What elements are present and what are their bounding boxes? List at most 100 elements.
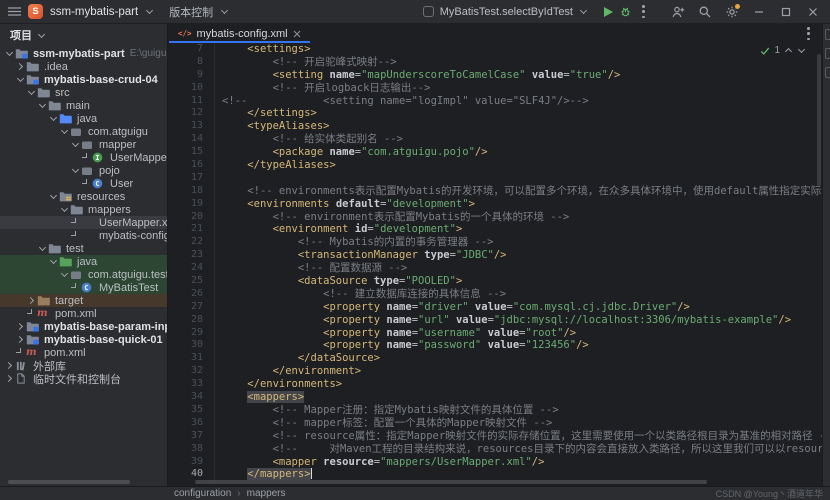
editor-vertical-scrollbar[interactable] xyxy=(817,54,821,186)
line-number[interactable]: 36 xyxy=(169,417,215,430)
line-number[interactable]: 22 xyxy=(169,236,215,249)
code-line-39[interactable]: 39 <mapper resource="mappers/UserMapper.… xyxy=(169,456,822,469)
chevron-down-icon[interactable] xyxy=(5,49,14,58)
code-line-15[interactable]: 15 <package name="com.atguigu.pojo"/> xyxy=(169,146,822,159)
chevron-down-icon[interactable] xyxy=(60,127,69,136)
line-number[interactable]: 18 xyxy=(169,185,215,198)
debug-button[interactable] xyxy=(619,5,632,18)
tree-item-target[interactable]: target xyxy=(0,294,167,307)
line-number[interactable]: 12 xyxy=(169,107,215,120)
line-number[interactable]: 34 xyxy=(169,391,215,404)
tree-item-临时文件和控制台[interactable]: 临时文件和控制台 xyxy=(0,372,167,385)
search-everywhere-icon[interactable] xyxy=(698,5,712,19)
code-line-26[interactable]: 26 <!-- 建立数据库连接的具体信息 --> xyxy=(169,288,822,301)
code-line-24[interactable]: 24 <!-- 配置数据源 --> xyxy=(169,262,822,275)
code-line-16[interactable]: 16 </typeAliases> xyxy=(169,159,822,172)
line-number[interactable]: 11 xyxy=(169,95,215,108)
code-line-35[interactable]: 35 <!-- Mapper注册：指定Mybatis映射文件的具体位置 --> xyxy=(169,404,822,417)
chevron-down-icon[interactable] xyxy=(220,7,229,16)
line-number[interactable]: 35 xyxy=(169,404,215,417)
run-button[interactable] xyxy=(604,7,613,17)
line-number[interactable]: 15 xyxy=(169,146,215,159)
close-tab-icon[interactable] xyxy=(293,30,301,38)
code-line-7[interactable]: 7 <settings> xyxy=(169,43,822,56)
code-line-32[interactable]: 32 </environment> xyxy=(169,365,822,378)
chevron-down-icon[interactable] xyxy=(71,140,80,149)
code-line-14[interactable]: 14 <!-- 给实体类起别名 --> xyxy=(169,133,822,146)
line-number[interactable]: 8 xyxy=(169,56,215,69)
line-number[interactable]: 14 xyxy=(169,133,215,146)
code-line-19[interactable]: 19 <environments default="development"> xyxy=(169,198,822,211)
chevron-down-icon[interactable] xyxy=(38,244,47,253)
tree-item-mybatis-base-param-input-02[interactable]: mybatis-base-param-input-02 xyxy=(0,320,167,333)
editor-horizontal-scrollbar[interactable] xyxy=(195,480,707,484)
line-number[interactable]: 26 xyxy=(169,288,215,301)
line-number[interactable]: 31 xyxy=(169,352,215,365)
code-line-12[interactable]: 12 </settings> xyxy=(169,107,822,120)
line-number[interactable]: 19 xyxy=(169,198,215,211)
line-number[interactable]: 10 xyxy=(169,82,215,95)
tree-item-user[interactable]: CUser xyxy=(0,177,167,190)
close-window-button[interactable] xyxy=(806,5,820,19)
tree-item-usermapper[interactable]: IUserMapper xyxy=(0,151,167,164)
line-number[interactable]: 37 xyxy=(169,430,215,443)
line-number[interactable]: 7 xyxy=(169,43,215,56)
tree-item-mybatistest[interactable]: CMyBatisTest xyxy=(0,281,167,294)
tree-item-src[interactable]: src xyxy=(0,86,167,99)
breadcrumb-item-configuration[interactable]: configuration xyxy=(174,488,231,499)
line-number[interactable]: 27 xyxy=(169,301,215,314)
chevron-right-icon[interactable] xyxy=(16,335,25,344)
project-horizontal-scrollbar[interactable] xyxy=(8,480,130,484)
line-number[interactable]: 32 xyxy=(169,365,215,378)
tree-item-java[interactable]: java xyxy=(0,255,167,268)
maven-toolwindow-icon[interactable] xyxy=(825,48,830,59)
tree-item-ssm-mybatis-part[interactable]: ssm-mybatis-partE:\guigu_code\ssm-m xyxy=(0,47,167,60)
chevron-up-icon[interactable] xyxy=(784,46,793,55)
code-line-31[interactable]: 31 </dataSource> xyxy=(169,352,822,365)
more-actions-icon[interactable] xyxy=(642,5,645,18)
line-number[interactable]: 25 xyxy=(169,275,215,288)
line-number[interactable]: 30 xyxy=(169,339,215,352)
code-line-8[interactable]: 8 <!-- 开启驼峰式映射--> xyxy=(169,56,822,69)
code-line-20[interactable]: 20 <!-- environment表示配置Mybatis的一个具体的环境 -… xyxy=(169,211,822,224)
chevron-down-icon[interactable] xyxy=(49,192,58,201)
tree-item-java[interactable]: java xyxy=(0,112,167,125)
line-number[interactable]: 13 xyxy=(169,120,215,133)
run-configuration-selector[interactable]: MyBatisTest.selectByIdTest xyxy=(440,6,573,18)
tree-item-com-atguigu-test[interactable]: com.atguigu.test xyxy=(0,268,167,281)
code-line-30[interactable]: 30 <property name="password" value="1234… xyxy=(169,339,822,352)
line-number[interactable]: 17 xyxy=(169,172,215,185)
tree-item-usermapper-xml[interactable]: UserMapper.xml xyxy=(0,216,167,229)
tree-item-pom-xml[interactable]: mpom.xml xyxy=(0,307,167,320)
breadcrumb-item-mappers[interactable]: mappers xyxy=(247,488,286,499)
code-line-22[interactable]: 22 <!-- Mybatis的内置的事务管理器 --> xyxy=(169,236,822,249)
code-editor[interactable]: 7 <settings>8 <!-- 开启驼峰式映射-->9 <setting … xyxy=(169,43,822,486)
chevron-down-icon[interactable] xyxy=(49,114,58,123)
tree-item-mapper[interactable]: mapper xyxy=(0,138,167,151)
tree-item-main[interactable]: main xyxy=(0,99,167,112)
chevron-right-icon[interactable] xyxy=(27,296,36,305)
chevron-down-icon[interactable] xyxy=(16,75,25,84)
tree-item-test[interactable]: test xyxy=(0,242,167,255)
chevron-down-icon[interactable] xyxy=(797,46,806,55)
line-number[interactable]: 21 xyxy=(169,223,215,236)
line-number[interactable]: 9 xyxy=(169,69,215,82)
chevron-down-icon[interactable] xyxy=(60,270,69,279)
code-line-34[interactable]: 34 <mappers> xyxy=(169,391,822,404)
chevron-down-icon[interactable] xyxy=(49,257,58,266)
project-name-widget[interactable]: ssm-mybatis-part xyxy=(50,6,138,18)
inspections-widget[interactable]: 1 xyxy=(760,45,806,56)
code-with-me-icon[interactable] xyxy=(671,5,685,19)
line-number[interactable]: 33 xyxy=(169,378,215,391)
chevron-down-icon[interactable] xyxy=(37,31,46,40)
code-line-36[interactable]: 36 <!-- mapper标签：配置一个具体的Mapper映射文件 --> xyxy=(169,417,822,430)
line-number[interactable]: 38 xyxy=(169,443,215,456)
chevron-down-icon[interactable] xyxy=(60,205,69,214)
code-line-17[interactable]: 17 xyxy=(169,172,822,185)
tree-item-resources[interactable]: resources xyxy=(0,190,167,203)
code-line-23[interactable]: 23 <transactionManager type="JDBC"/> xyxy=(169,249,822,262)
vcs-widget[interactable]: 版本控制 xyxy=(169,4,213,20)
chevron-right-icon[interactable] xyxy=(5,374,14,383)
chevron-right-icon[interactable] xyxy=(5,361,14,370)
code-line-27[interactable]: 27 <property name="driver" value="com.my… xyxy=(169,301,822,314)
